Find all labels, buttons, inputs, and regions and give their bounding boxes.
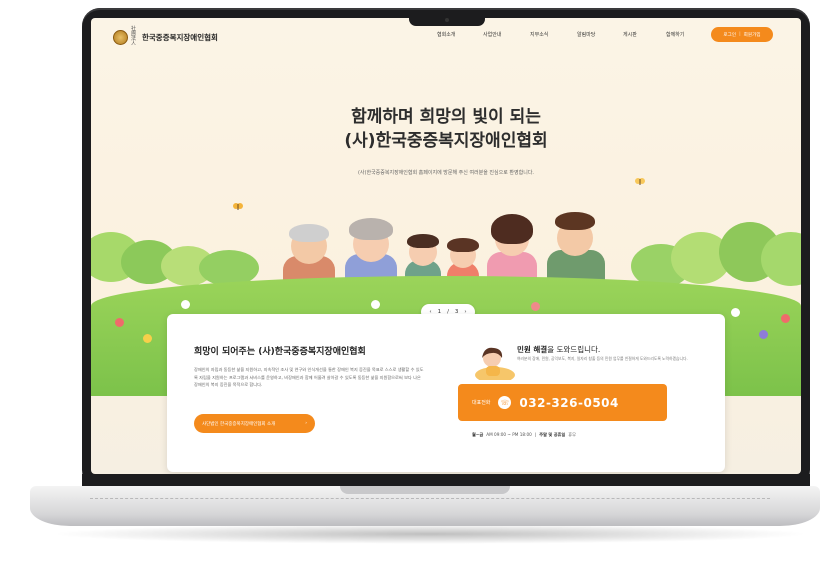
help-title: 민원 해결을 도와드립니다. xyxy=(517,344,600,355)
help-title-bold: 민원 해결 xyxy=(517,345,548,354)
hours-time: AM 09:00 ~ PM 18:00 xyxy=(486,432,532,437)
main-nav: 협회소개 사업안내 지부소식 알림마당 게시판 함께하기 xyxy=(437,31,706,38)
help-title-rest: 을 도와드립니다. xyxy=(547,345,601,354)
flower xyxy=(531,302,540,311)
flower xyxy=(731,308,740,317)
hours-weekend-status: 휴무 xyxy=(568,432,576,437)
nav-item-business[interactable]: 사업안내 xyxy=(483,31,530,38)
keyboard-edge xyxy=(90,498,770,504)
butterfly-icon xyxy=(233,203,243,210)
login-signup-button[interactable]: 로그인 | 회원가입 xyxy=(711,27,773,42)
father-figure xyxy=(543,206,609,288)
nav-item-branch-news[interactable]: 지부소식 xyxy=(530,31,577,38)
flower xyxy=(181,300,190,309)
flower xyxy=(371,300,380,309)
nav-item-board[interactable]: 게시판 xyxy=(623,31,666,38)
phone-banner[interactable]: 대표전화 ☏ 032-326-0504 xyxy=(458,384,667,421)
intro-more-button[interactable]: 사단법인 한국중증복지장애인협회 소개 › xyxy=(194,414,315,433)
intro-button-label: 사단법인 한국중증복지장애인협회 소개 xyxy=(202,421,276,427)
hours-separator: | xyxy=(534,432,537,437)
camera-icon xyxy=(445,18,449,22)
seal-icon xyxy=(113,29,128,45)
hero-subtitle: (사)한국중증복지장애인협회 홈페이지에 방문해 주신 여러분을 진심으로 환영… xyxy=(357,170,535,176)
flower xyxy=(143,334,152,343)
flower xyxy=(115,318,124,327)
intro-description: 장애인의 자립과 동등한 삶을 지원하고, 지속적인 조사 및 연구와 인식개선… xyxy=(194,367,424,387)
camera-notch xyxy=(409,14,485,26)
laptop-base xyxy=(30,486,820,526)
hero-title-line1: 함께하며 희망의 빛이 되는 xyxy=(351,107,541,127)
arrow-right-icon: › xyxy=(305,421,307,426)
help-description: 여러분의 장애, 민원, 공익보도, 복지, 일자리 창출 등의 민원 업무를 … xyxy=(517,356,688,361)
site-logo[interactable]: 社團法人 한국중증복지장애인협회 xyxy=(113,27,218,47)
website-screen: 社團法人 한국중증복지장애인협회 협회소개 사업안내 지부소식 알림마당 게시판… xyxy=(91,18,801,474)
counselor-illustration xyxy=(475,347,515,380)
laptop-mockup: 社團法人 한국중증복지장애인협회 협회소개 사업안내 지부소식 알림마당 게시판… xyxy=(0,0,835,564)
hours-days: 월~금 xyxy=(472,432,484,437)
office-hours: 월~금 AM 09:00 ~ PM 18:00 | 주말 및 공휴일 휴무 xyxy=(472,432,576,438)
divider: | xyxy=(739,32,741,37)
signup-link[interactable]: 회원가입 xyxy=(744,32,761,38)
login-link[interactable]: 로그인 xyxy=(723,32,736,38)
phone-number: 032-326-0504 xyxy=(519,395,619,410)
hours-weekend: 주말 및 공휴일 xyxy=(539,432,566,437)
nav-item-about[interactable]: 협회소개 xyxy=(437,31,483,38)
nav-item-together[interactable]: 함께하기 xyxy=(666,31,706,38)
logo-mini-text: 社團法人 xyxy=(131,26,137,47)
intro-title: 희망이 되어주는 (사)한국중증복지장애인협회 xyxy=(194,347,366,357)
flower xyxy=(781,314,790,323)
flower xyxy=(759,330,768,339)
phone-label: 대표전화 xyxy=(472,400,491,406)
hero-title-line2: (사)한국중증복지장애인협회 xyxy=(344,131,548,151)
phone-icon: ☏ xyxy=(498,396,512,409)
logo-text: 한국중증복지장애인협회 xyxy=(142,32,218,42)
butterfly-icon xyxy=(635,178,645,185)
nav-item-notice[interactable]: 알림마당 xyxy=(577,31,623,38)
info-card: 희망이 되어주는 (사)한국중증복지장애인협회 장애인의 자립과 동등한 삶을 … xyxy=(167,314,725,472)
laptop-groove xyxy=(340,486,510,494)
laptop-shadow xyxy=(50,524,810,544)
